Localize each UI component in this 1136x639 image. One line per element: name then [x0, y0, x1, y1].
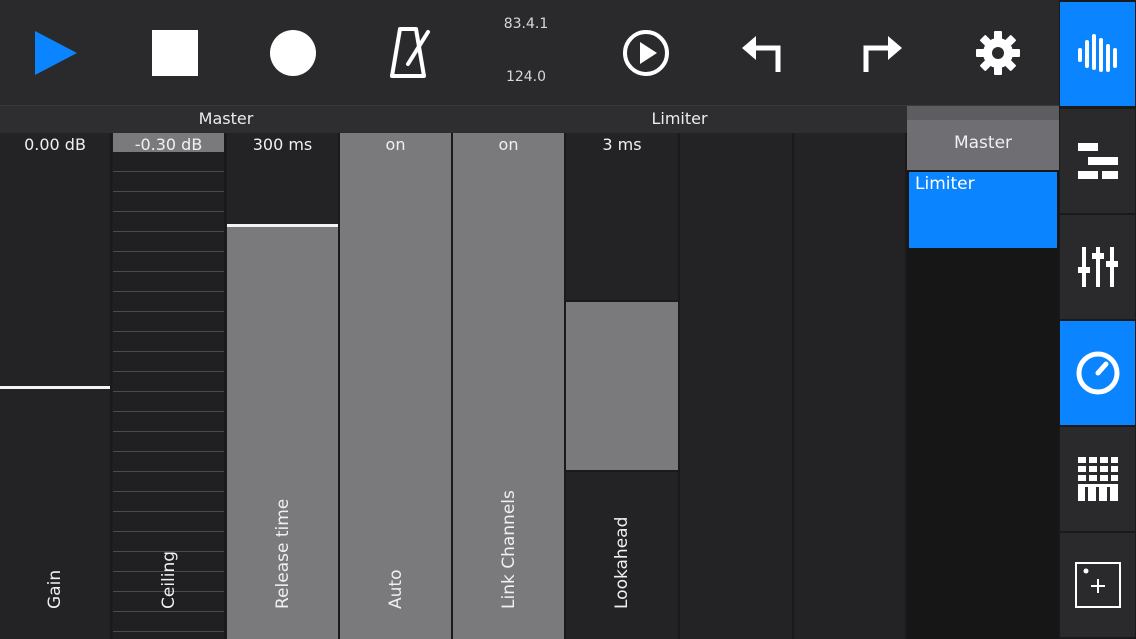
record-button[interactable] — [253, 0, 333, 105]
effects-view-button[interactable] — [1060, 321, 1135, 425]
empty-strip-2 — [794, 133, 907, 639]
gain-label: Gain — [45, 569, 65, 609]
release-time-marker — [227, 224, 338, 227]
record-icon — [270, 29, 316, 76]
lookahead-step-block — [566, 300, 678, 472]
gear-icon — [976, 30, 1020, 75]
redo-icon — [863, 35, 902, 72]
play-button[interactable] — [16, 0, 96, 105]
gain-value: 0.00 dB — [24, 135, 86, 154]
ceiling-value: -0.30 dB — [134, 135, 203, 154]
chain-panel: Master Limiter — [907, 106, 1059, 639]
tempo-display: 124.0 — [505, 69, 547, 85]
add-plugin-button[interactable] — [1060, 533, 1135, 637]
lookahead-value: 3 ms — [602, 135, 642, 154]
mixer-view-button[interactable] — [1060, 215, 1135, 319]
transport-bar: 83.4.1 124.0 — [0, 0, 1059, 106]
position-time: 83.4.1 — [503, 16, 549, 32]
section-master-label: Master — [198, 109, 254, 128]
add-plugin-icon — [1074, 562, 1121, 608]
effects-dial-icon — [1076, 351, 1119, 395]
link-channels-label: Link Channels — [498, 490, 519, 609]
auto-label: Auto — [385, 569, 406, 609]
undo-icon — [742, 35, 781, 72]
chain-limiter-item[interactable]: Limiter — [909, 172, 1057, 248]
release-time-value: 300 ms — [252, 135, 313, 154]
mixer-icon — [1077, 247, 1118, 287]
section-limiter-label: Limiter — [651, 109, 708, 128]
undo-button[interactable] — [723, 0, 803, 105]
ceiling-strip[interactable]: -0.30 dB Ceiling — [113, 133, 226, 639]
link-channels-value: on — [498, 135, 519, 154]
loop-play-icon — [623, 29, 669, 76]
stop-icon — [152, 29, 198, 76]
waveform-view-button[interactable] — [1060, 2, 1135, 106]
section-header-row: Master Limiter — [0, 106, 907, 133]
settings-button[interactable] — [958, 0, 1038, 105]
keyboard-grid-icon — [1077, 457, 1118, 501]
gain-strip[interactable]: 0.00 dB Gain — [0, 133, 112, 639]
ceiling-label: Ceiling — [158, 550, 179, 609]
lookahead-label: Lookahead — [612, 516, 632, 609]
position-display[interactable]: 83.4.1 124.0 — [478, 0, 574, 105]
auto-fill — [340, 133, 451, 639]
link-channels-strip[interactable]: on Link Channels — [453, 133, 566, 639]
waveform-icon — [1077, 34, 1117, 72]
redo-button[interactable] — [841, 0, 921, 105]
arrangement-view-button[interactable] — [1060, 109, 1135, 213]
view-sidebar — [1059, 0, 1136, 639]
auto-strip[interactable]: on Auto — [340, 133, 453, 639]
release-time-strip[interactable]: 300 ms Release time — [227, 133, 340, 639]
auto-value: on — [385, 135, 406, 154]
release-time-label: Release time — [272, 498, 293, 609]
keyboard-view-button[interactable] — [1060, 427, 1135, 531]
empty-strip-1 — [680, 133, 794, 639]
metronome-icon — [390, 26, 430, 78]
stop-button[interactable] — [135, 0, 215, 105]
play-icon — [35, 30, 77, 75]
loop-play-button[interactable] — [606, 0, 686, 105]
gain-marker — [0, 386, 110, 389]
panel-top-bar — [907, 106, 1059, 120]
chain-master-item[interactable]: Master — [907, 120, 1059, 170]
arrangement-icon — [1077, 143, 1118, 179]
lookahead-strip[interactable]: 3 ms Lookahead — [566, 133, 680, 639]
metronome-button[interactable] — [370, 0, 450, 105]
